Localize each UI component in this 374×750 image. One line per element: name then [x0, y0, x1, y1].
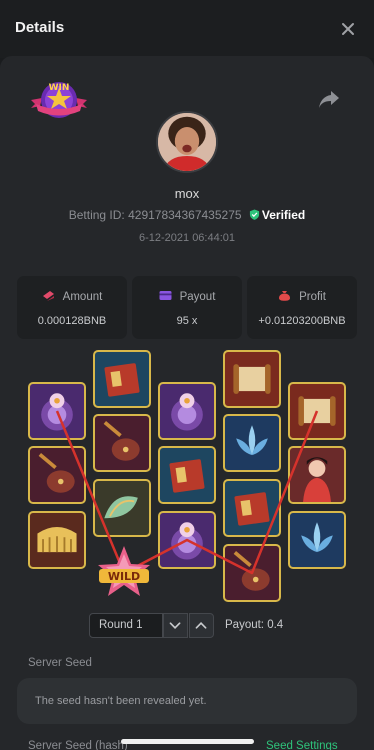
symbol-pipa-lute: [223, 544, 281, 602]
betting-id-value: 42917834367435275: [128, 208, 242, 222]
seed-settings-link[interactable]: Seed Settings: [266, 740, 338, 750]
symbol-lotus-mirror: [158, 382, 216, 440]
stat-value: 95 x: [176, 315, 198, 327]
server-seed-label: Server Seed: [28, 657, 92, 669]
home-indicator: [121, 739, 254, 744]
symbol-red-book: [223, 479, 281, 537]
symbol-pipa-lute: [28, 446, 86, 504]
win-badge-icon: WIN: [31, 82, 87, 118]
stat-value: +0.01203200BNB: [258, 315, 346, 327]
round-down-button[interactable]: [163, 613, 188, 638]
symbol-red-book: [93, 350, 151, 408]
stat-label: Amount: [62, 291, 103, 303]
money-bag-icon: [279, 291, 291, 301]
symbol-scroll: [288, 382, 346, 440]
close-icon[interactable]: [338, 19, 358, 39]
symbol-lotus-mirror: [28, 382, 86, 440]
symbol-comb: [28, 511, 86, 569]
symbol-red-book: [158, 446, 216, 504]
stat-card-profit: Profit +0.01203200BNB: [247, 276, 357, 339]
server-seed-hash-label: Server Seed (hash): [28, 740, 128, 750]
verified-shield-icon: [249, 209, 259, 220]
slot-reels: WILD: [27, 349, 348, 604]
symbol-lady: [288, 446, 346, 504]
server-seed-text: The seed hasn't been revealed yet.: [35, 695, 207, 707]
stat-label: Profit: [299, 291, 326, 303]
wild-symbol-icon: WILD: [98, 546, 150, 596]
share-icon[interactable]: [318, 89, 340, 109]
timestamp: 6-12-2021 06:44:01: [138, 232, 236, 244]
wild-text: WILD: [108, 570, 140, 583]
round-select[interactable]: Round 1: [89, 613, 163, 638]
chevron-down-icon: [169, 622, 181, 629]
symbol-jade-fan: [93, 479, 151, 537]
symbol-blue-lotus: [288, 511, 346, 569]
round-payout: Payout: 0.4: [225, 619, 284, 631]
card-icon: [159, 291, 172, 300]
top-bar: Details: [0, 0, 374, 58]
round-up-button[interactable]: [189, 613, 214, 638]
page-title: Details: [15, 19, 65, 36]
betting-id-label: Betting ID:: [68, 208, 125, 222]
stat-card-amount: Amount 0.000128BNB: [17, 276, 127, 339]
symbol-blue-lotus: [223, 414, 281, 472]
coin-pile-icon: [42, 291, 54, 301]
stat-value: 0.000128BNB: [37, 315, 107, 327]
server-seed-box: The seed hasn't been revealed yet.: [17, 678, 357, 724]
symbol-lotus-mirror: [158, 511, 216, 569]
avatar[interactable]: [156, 111, 218, 173]
verified-label: Verified: [261, 208, 306, 222]
symbol-scroll: [223, 350, 281, 408]
win-badge-text: WIN: [49, 83, 70, 93]
betting-id-row: Betting ID: 42917834367435275 Verified: [0, 208, 374, 222]
symbol-pipa-lute: [93, 414, 151, 472]
stat-card-payout: Payout 95 x: [132, 276, 242, 339]
username: mox: [174, 186, 200, 201]
chevron-up-icon: [195, 622, 207, 629]
stat-label: Payout: [179, 291, 216, 303]
